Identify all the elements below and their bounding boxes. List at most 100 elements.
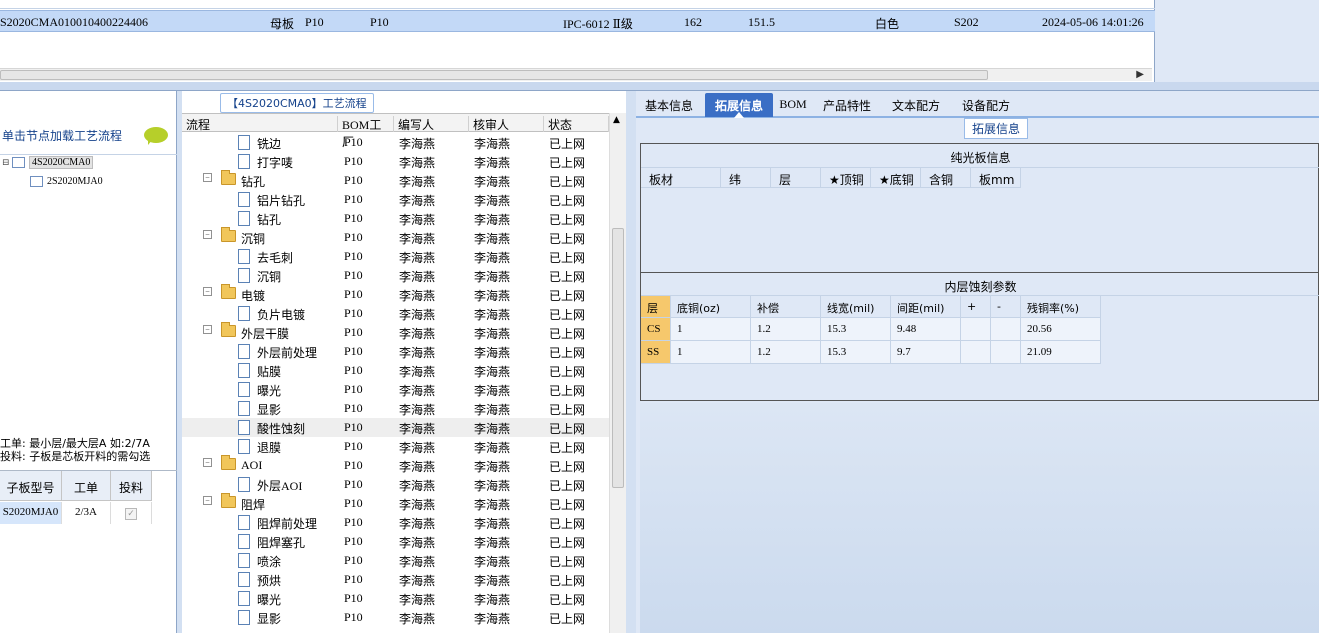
top-grid-header: [0, 0, 1155, 9]
etch-cell-gap[interactable]: 9.48: [891, 318, 961, 341]
etch-cell-gap[interactable]: 9.7: [891, 341, 961, 364]
tab-product-features[interactable]: 产品特性: [816, 93, 878, 117]
process-row[interactable]: 预烘 P10 李海燕 李海燕 已上网: [182, 570, 609, 589]
tab-basic-info[interactable]: 基本信息: [638, 93, 700, 117]
process-row[interactable]: 钻孔 P10 李海燕 李海燕 已上网: [182, 209, 609, 228]
etch-col-width[interactable]: 线宽(mil): [821, 296, 891, 318]
process-row[interactable]: 负片电镀 P10 李海燕 李海燕 已上网: [182, 304, 609, 323]
top-grid-selected-row[interactable]: S2020CMA0 10010400224406 母板 P10 P10 IPC-…: [0, 10, 1155, 32]
process-row[interactable]: 曝光 P10 李海燕 李海燕 已上网: [182, 589, 609, 608]
cell-model[interactable]: S2020MJA0: [0, 502, 62, 524]
collapse-icon[interactable]: −: [203, 458, 212, 467]
tab-bom[interactable]: BOM: [776, 93, 810, 117]
scroll-right-arrow-icon[interactable]: ▶: [1136, 69, 1144, 80]
col-header-status[interactable]: 状态: [544, 116, 609, 132]
process-row[interactable]: − AOI P10 李海燕 李海燕 已上网: [182, 455, 609, 475]
etch-col-plus[interactable]: +: [961, 296, 991, 318]
col-header-weft[interactable]: 纬: [721, 168, 771, 188]
reviewer: 李海燕: [474, 346, 511, 360]
col-header-board-mm[interactable]: 板mm: [971, 168, 1021, 188]
process-row[interactable]: − 外层干膜 P10 李海燕 李海燕 已上网: [182, 322, 609, 342]
horizontal-splitter[interactable]: [0, 82, 1319, 91]
process-row[interactable]: 打字唛 P10 李海燕 李海燕 已上网: [182, 152, 609, 171]
etch-cell-comp[interactable]: 1.2: [751, 341, 821, 364]
reviewer: 李海燕: [474, 327, 511, 341]
status: 已上网: [549, 346, 586, 360]
process-row[interactable]: 沉铜 P10 李海燕 李海燕 已上网: [182, 266, 609, 285]
etch-cell-comp[interactable]: 1.2: [751, 318, 821, 341]
process-row[interactable]: 阻焊塞孔 P10 李海燕 李海燕 已上网: [182, 532, 609, 551]
process-name: 预烘: [257, 574, 282, 588]
etch-col-gap[interactable]: 间距(mil): [891, 296, 961, 318]
process-row[interactable]: 阻焊前处理 P10 李海燕 李海燕 已上网: [182, 513, 609, 532]
process-row[interactable]: 退膜 P10 李海燕 李海燕 已上网: [182, 437, 609, 456]
process-row[interactable]: − 阻焊 P10 李海燕 李海燕 已上网: [182, 493, 609, 513]
col-header-material[interactable]: 板材: [641, 168, 721, 188]
etch-cell-rate[interactable]: 21.09: [1021, 341, 1101, 364]
collapse-icon[interactable]: −: [203, 287, 212, 296]
col-header-layer[interactable]: 层: [771, 168, 821, 188]
col-header-bom[interactable]: BOM工厂: [338, 116, 394, 149]
tab-equipment-recipe[interactable]: 设备配方: [956, 93, 1016, 117]
etch-cell-rate[interactable]: 20.56: [1021, 318, 1101, 341]
vertical-scrollbar[interactable]: ▲: [609, 113, 626, 633]
collapse-icon[interactable]: −: [203, 230, 212, 239]
tree-node-root[interactable]: ⊟ 4S2020CMA0: [2, 156, 94, 173]
etch-cell-width[interactable]: 15.3: [821, 318, 891, 341]
col-header-feed[interactable]: 投料: [111, 471, 152, 501]
col-header-copper[interactable]: 含铜: [921, 168, 971, 188]
col-header-bottom-copper[interactable]: ★底铜: [871, 168, 921, 188]
etch-cell-plus[interactable]: [961, 341, 991, 364]
collapse-icon[interactable]: −: [203, 173, 212, 182]
process-row[interactable]: 外层AOI P10 李海燕 李海燕 已上网: [182, 475, 609, 494]
process-row[interactable]: − 沉铜 P10 李海燕 李海燕 已上网: [182, 227, 609, 247]
tree-node-child[interactable]: 2S2020MJA0: [30, 176, 103, 192]
col-header-flow[interactable]: 流程: [182, 116, 338, 132]
etch-cell-base[interactable]: 1: [671, 341, 751, 364]
process-row[interactable]: 曝光 P10 李海燕 李海燕 已上网: [182, 380, 609, 399]
col-header-top-copper[interactable]: ★顶铜: [821, 168, 871, 188]
process-row[interactable]: 喷涂 P10 李海燕 李海燕 已上网: [182, 551, 609, 570]
process-row[interactable]: 去毛刺 P10 李海燕 李海燕 已上网: [182, 247, 609, 266]
process-row[interactable]: − 电镀 P10 李海燕 李海燕 已上网: [182, 284, 609, 304]
process-row[interactable]: 外层前处理 P10 李海燕 李海燕 已上网: [182, 342, 609, 361]
etch-cell-layer[interactable]: CS: [641, 318, 671, 341]
feed-checkbox[interactable]: ✓: [125, 508, 137, 520]
collapse-icon[interactable]: −: [203, 325, 212, 334]
col-header-reviewer[interactable]: 核审人: [469, 116, 544, 132]
col-header-model[interactable]: 子板型号: [0, 471, 62, 501]
etch-cell-minus[interactable]: [991, 341, 1021, 364]
etch-cell-layer[interactable]: SS: [641, 341, 671, 364]
tab-text-recipe[interactable]: 文本配方: [886, 93, 946, 117]
process-row[interactable]: 显影 P10 李海燕 李海燕 已上网: [182, 399, 609, 418]
status: 已上网: [549, 308, 586, 322]
process-row[interactable]: 铣边 P10 李海燕 李海燕 已上网: [182, 133, 609, 152]
middle-splitter[interactable]: [626, 91, 636, 633]
process-row[interactable]: 铝片钻孔 P10 李海燕 李海燕 已上网: [182, 190, 609, 209]
horizontal-scrollbar[interactable]: ▶: [0, 68, 1152, 81]
process-row[interactable]: 贴膜 P10 李海燕 李海燕 已上网: [182, 361, 609, 380]
scroll-up-arrow-icon[interactable]: ▲: [613, 115, 620, 125]
etch-col-rate[interactable]: 残铜率(%): [1021, 296, 1101, 318]
process-row[interactable]: 酸性蚀刻 P10 李海燕 李海燕 已上网: [182, 418, 609, 437]
etch-cell-plus[interactable]: [961, 318, 991, 341]
scrollbar-thumb[interactable]: [612, 228, 624, 488]
process-row[interactable]: − 钻孔 P10 李海燕 李海燕 已上网: [182, 170, 609, 190]
col-header-writer[interactable]: 编写人: [394, 116, 469, 132]
col-header-order[interactable]: 工单: [62, 471, 111, 501]
etch-col-minus[interactable]: -: [991, 296, 1021, 318]
collapse-icon[interactable]: −: [203, 496, 212, 505]
etch-cell-base[interactable]: 1: [671, 318, 751, 341]
process-row[interactable]: 显影 P10 李海燕 李海燕 已上网: [182, 608, 609, 627]
etch-cell-width[interactable]: 15.3: [821, 341, 891, 364]
etch-col-layer[interactable]: 层: [641, 296, 671, 318]
etch-col-base[interactable]: 底铜(oz): [671, 296, 751, 318]
etch-cell-minus[interactable]: [991, 318, 1021, 341]
cell-order[interactable]: 2/3A: [62, 502, 111, 524]
cell-color: 白色: [875, 17, 900, 31]
etch-col-comp[interactable]: 补偿: [751, 296, 821, 318]
tab-extended-info[interactable]: 拓展信息: [705, 93, 773, 118]
cell-feed[interactable]: ✓: [111, 502, 152, 524]
scrollbar-thumb[interactable]: [0, 70, 988, 80]
reviewer: 李海燕: [474, 422, 511, 436]
